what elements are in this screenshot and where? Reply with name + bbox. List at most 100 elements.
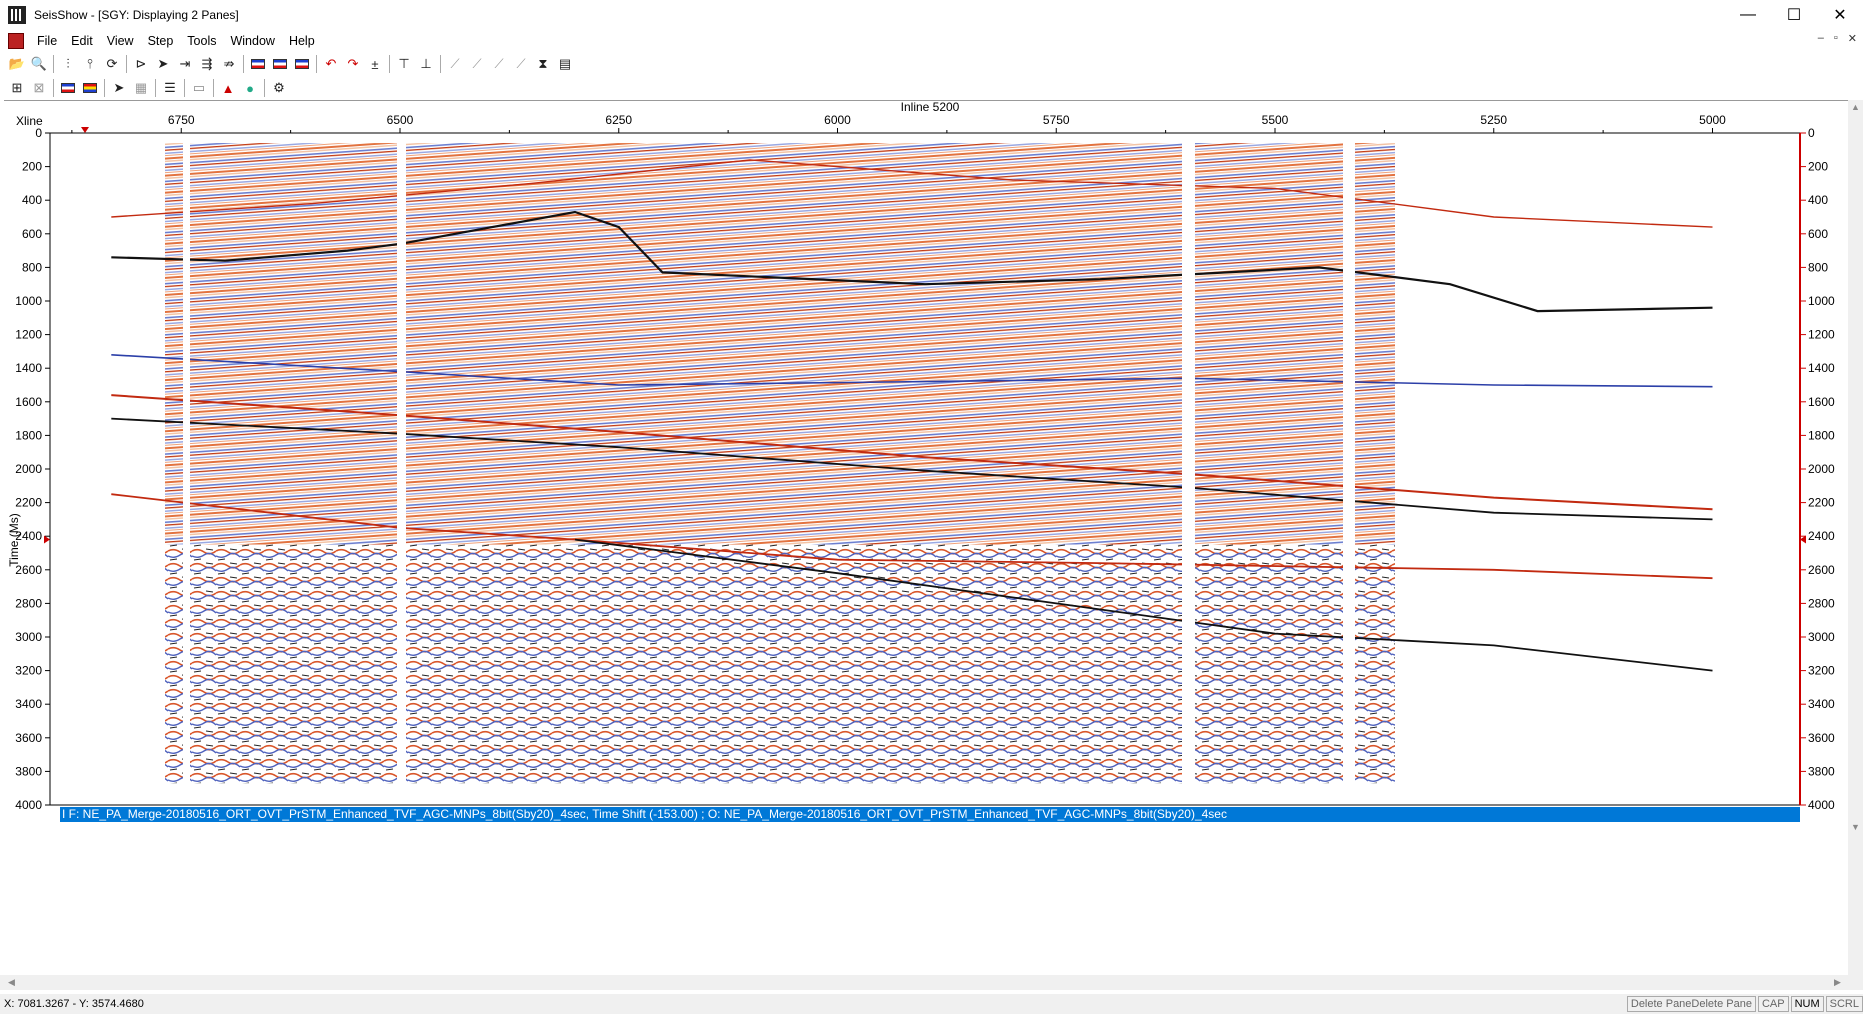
mdi-minimize-button[interactable]: –	[1818, 32, 1824, 45]
cursor-marker-top	[81, 127, 89, 133]
y-tick-label: 3600	[15, 731, 42, 745]
menu-tools[interactable]: Tools	[180, 34, 223, 48]
toolbar-separator	[104, 79, 105, 97]
menu-bar: File Edit View Step Tools Window Help	[0, 30, 1863, 52]
add-pane-icon[interactable]: ⊞	[6, 77, 28, 99]
right-y-tick-label: 3200	[1808, 664, 1835, 678]
mdi-restore-button[interactable]: ▫	[1834, 32, 1838, 45]
x-tick-label: 5000	[1699, 113, 1726, 127]
palette-icon[interactable]	[79, 77, 101, 99]
y-tick-label: 2400	[15, 529, 42, 543]
right-y-tick-label: 1000	[1808, 294, 1835, 308]
scroll-up-icon[interactable]: ▲	[1848, 100, 1863, 115]
horizontal-scrollbar[interactable]: ◀ ▶	[0, 975, 1848, 990]
minimize-button[interactable]: —	[1725, 0, 1771, 30]
right-y-tick-label: 1800	[1808, 428, 1835, 442]
y-tick-label: 1400	[15, 361, 42, 375]
header-icon[interactable]: ⊤	[393, 53, 415, 75]
color-wheel-icon[interactable]: ●	[239, 77, 261, 99]
right-y-tick-label: 2400	[1808, 529, 1835, 543]
flatten-icon[interactable]: ▭	[188, 77, 210, 99]
y-tick-label: 200	[22, 160, 42, 174]
y-tick-label: 1600	[15, 395, 42, 409]
maximize-button[interactable]: ☐	[1771, 0, 1817, 30]
scroll-down-icon[interactable]: ▼	[1848, 820, 1863, 835]
right-y-tick-label: 2000	[1808, 462, 1835, 476]
status-bar: X: 7081.3267 - Y: 3574.4680 Delete PaneD…	[0, 994, 1863, 1014]
seismic-section-chart[interactable]: Inline 5200 Xline Time (Ms) 6750 6500 6250…	[0, 100, 1848, 975]
step-right-icon[interactable]: ➤	[152, 53, 174, 75]
menu-edit[interactable]: Edit	[64, 34, 100, 48]
close-button[interactable]: ✕	[1817, 0, 1863, 30]
scroll-right-icon[interactable]: ▶	[1830, 975, 1845, 990]
right-y-tick-label: 3800	[1808, 764, 1835, 778]
y-tick-label: 0	[35, 126, 42, 140]
menu-step[interactable]: Step	[141, 34, 181, 48]
redo-icon[interactable]: ↷	[342, 53, 364, 75]
menu-view[interactable]: View	[100, 34, 141, 48]
y-tick-label: 600	[22, 227, 42, 241]
menu-window[interactable]: Window	[223, 34, 281, 48]
window-title: SeisShow - [SGY: Displaying 2 Panes]	[34, 8, 239, 22]
zoom-icon[interactable]: 🔍	[28, 53, 50, 75]
close-pane-icon[interactable]: ⊠	[28, 77, 50, 99]
right-y-tick-label: 400	[1808, 193, 1828, 207]
x-tick-label: 5500	[1262, 113, 1289, 127]
right-y-tick-label: 3600	[1808, 731, 1835, 745]
tool2-icon[interactable]: ⟋	[466, 53, 488, 75]
refresh-icon[interactable]: ⟳	[101, 53, 123, 75]
tool1-icon[interactable]: ⟋	[444, 53, 466, 75]
y-tick-label: 2800	[15, 596, 42, 610]
trace-gap	[1182, 139, 1195, 788]
tool6-icon[interactable]: ▤	[554, 53, 576, 75]
math-icon[interactable]: ±	[364, 53, 386, 75]
color-scheme-3-icon[interactable]	[291, 53, 313, 75]
y-tick-label: 800	[22, 260, 42, 274]
y-tick-label: 1000	[15, 294, 42, 308]
amplitude-icon[interactable]: ▲	[217, 77, 239, 99]
menu-file[interactable]: File	[30, 34, 64, 48]
document-icon[interactable]	[8, 33, 24, 49]
y-tick-label: 3000	[15, 630, 42, 644]
toolbar-separator	[243, 55, 244, 73]
tool5-icon[interactable]: ⧗	[532, 53, 554, 75]
toolbar-separator	[53, 79, 54, 97]
right-y-tick-label: 600	[1808, 227, 1828, 241]
step-left-icon[interactable]: ⊳	[130, 53, 152, 75]
horizon-icon[interactable]: ☰	[159, 77, 181, 99]
color-scheme-1-icon[interactable]	[247, 53, 269, 75]
trace-gap	[1343, 139, 1355, 788]
color-scheme-2-icon[interactable]	[269, 53, 291, 75]
x-tick-label: 6000	[824, 113, 851, 127]
step-right-fast-icon[interactable]: ⇶	[196, 53, 218, 75]
y-ticks: 0 200 400 600 800 1000 1200 1400 1600 1800 2000 220…	[15, 126, 50, 812]
right-y-tick-label: 200	[1808, 160, 1828, 174]
x-ticks: 6750 6500 6250 6000 5750 5500 5250 5000	[71, 113, 1726, 133]
seismic-icon[interactable]: ⫶	[57, 53, 79, 75]
settings-icon[interactable]: ⚙	[268, 77, 290, 99]
title-bar: SeisShow - [SGY: Displaying 2 Panes] — ☐…	[0, 0, 1863, 30]
tool4-icon[interactable]: ⟋	[510, 53, 532, 75]
y-tick-label: 3400	[15, 697, 42, 711]
open-icon[interactable]: 📂	[6, 53, 28, 75]
y-tick-label: 3800	[15, 764, 42, 778]
plot-area	[49, 132, 1801, 806]
x-tick-label: 5250	[1480, 113, 1507, 127]
grid-icon[interactable]: ▦	[130, 77, 152, 99]
y-tick-label: 2000	[15, 462, 42, 476]
step-icon[interactable]: ➤	[108, 77, 130, 99]
right-y-tick-label: 1600	[1808, 395, 1835, 409]
vertical-scrollbar[interactable]: ▲ ▼	[1848, 100, 1863, 990]
seismic-traces-upper	[190, 143, 397, 545]
menu-help[interactable]: Help	[282, 34, 322, 48]
scroll-left-icon[interactable]: ◀	[4, 975, 19, 990]
colorbar-icon[interactable]	[57, 77, 79, 99]
mdi-close-button[interactable]: ✕	[1848, 32, 1857, 45]
step-left-fast-icon[interactable]: ⇥	[174, 53, 196, 75]
tool3-icon[interactable]: ⟋	[488, 53, 510, 75]
cursor-coordinates: X: 7081.3267 - Y: 3574.4680	[4, 998, 144, 1010]
undo-icon[interactable]: ↶	[320, 53, 342, 75]
pick-icon[interactable]: ⫯	[79, 53, 101, 75]
step-skip-icon[interactable]: ⇏	[218, 53, 240, 75]
header2-icon[interactable]: ⊥	[415, 53, 437, 75]
